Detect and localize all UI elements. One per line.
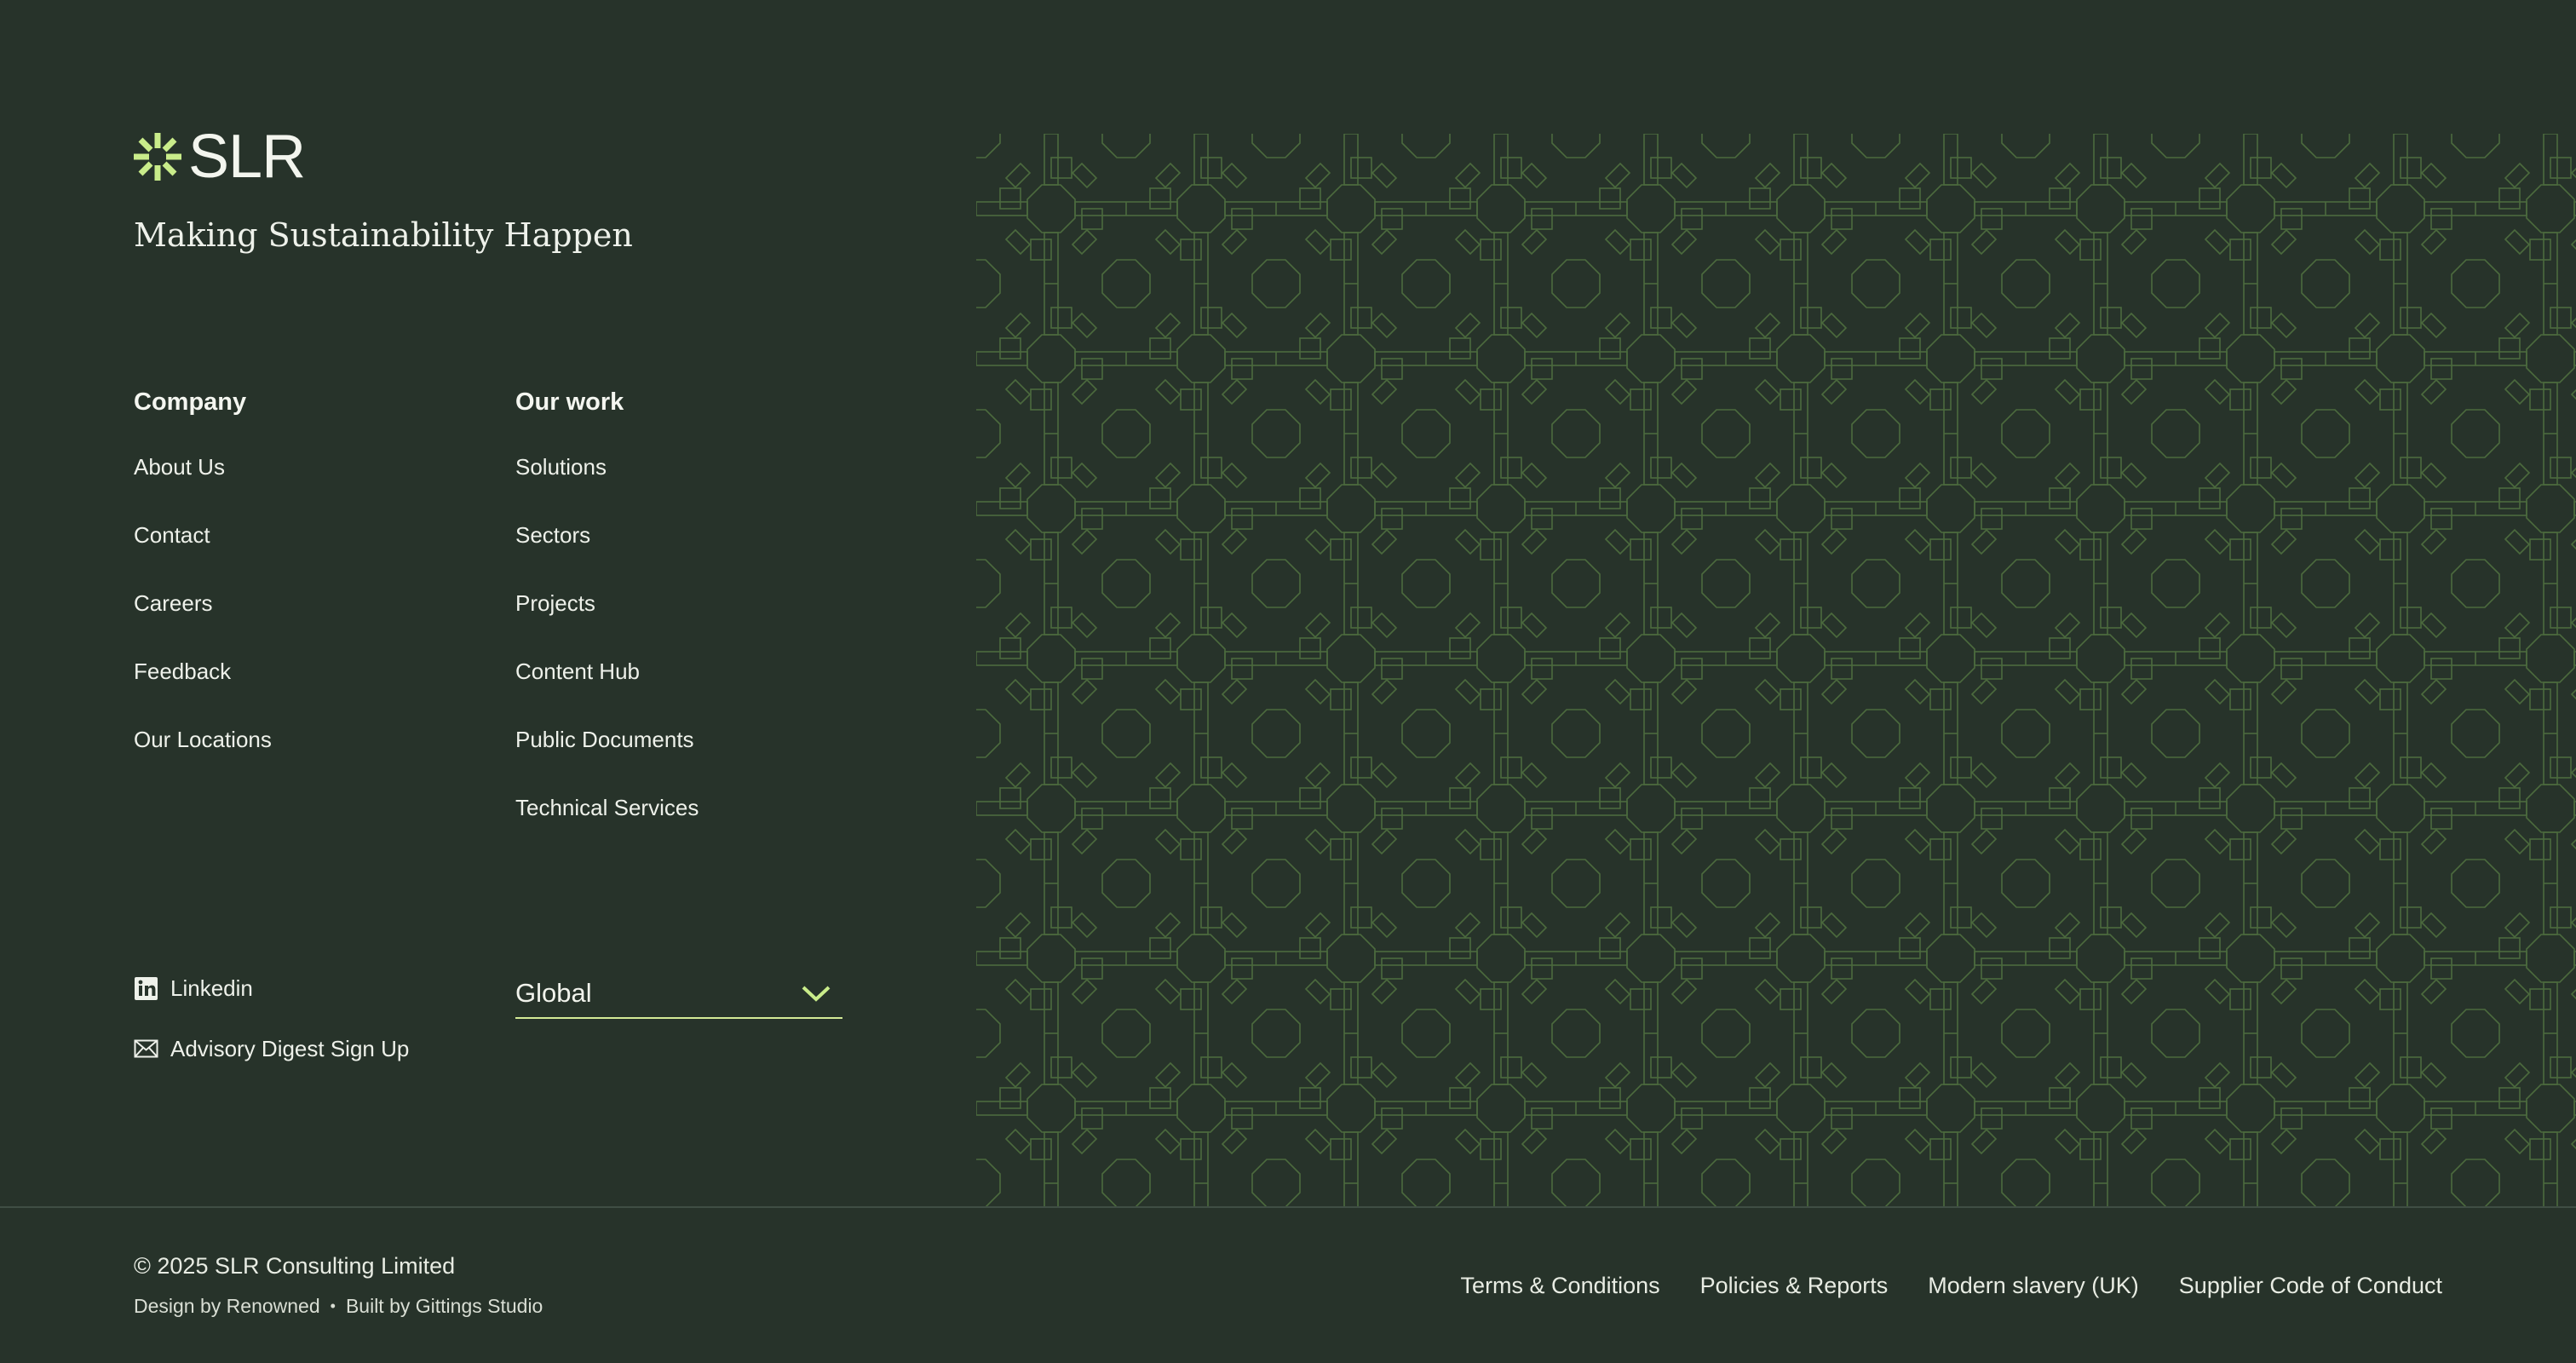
advisory-digest-link[interactable]: Advisory Digest Sign Up xyxy=(134,1032,409,1066)
copyright-text: © 2025 SLR Consulting Limited xyxy=(134,1253,456,1279)
link-careers[interactable]: Careers xyxy=(134,590,212,616)
link-content-hub[interactable]: Content Hub xyxy=(515,658,640,684)
link-supplier-code[interactable]: Supplier Code of Conduct xyxy=(2179,1268,2442,1303)
pattern-graphic xyxy=(976,134,2576,1206)
linkedin-icon xyxy=(135,976,158,1000)
link-feedback[interactable]: Feedback xyxy=(134,658,231,684)
company-heading: Company xyxy=(134,388,247,416)
our-work-column: Our work Solutions Sectors Projects Cont… xyxy=(515,385,839,820)
credits: Design by Renowned • Built by Gittings S… xyxy=(134,1291,543,1320)
link-sectors[interactable]: Sectors xyxy=(515,522,590,548)
mail-icon xyxy=(134,1039,158,1058)
footer-divider xyxy=(0,1206,2576,1208)
logo-wordmark: SLR xyxy=(188,123,306,191)
link-terms-conditions[interactable]: Terms & Conditions xyxy=(1461,1268,1660,1303)
link-contact[interactable]: Contact xyxy=(134,522,210,548)
link-projects[interactable]: Projects xyxy=(515,590,595,616)
chevron-down-icon xyxy=(802,986,831,1002)
advisory-digest-label: Advisory Digest Sign Up xyxy=(170,1035,410,1061)
design-credit-link[interactable]: Design by Renowned xyxy=(134,1291,320,1320)
slr-burst-icon xyxy=(134,133,181,181)
build-credit-link[interactable]: Built by Gittings Studio xyxy=(346,1291,543,1320)
linkedin-label: Linkedin xyxy=(170,975,253,1001)
link-our-locations[interactable]: Our Locations xyxy=(134,727,272,752)
legal-links: Terms & Conditions Policies & Reports Mo… xyxy=(1461,1268,2442,1303)
site-footer: SLR Making Sustainability Happen Company… xyxy=(0,0,2576,1363)
region-select[interactable]: Global xyxy=(515,969,842,1019)
credits-separator: • xyxy=(330,1297,336,1314)
link-public-documents[interactable]: Public Documents xyxy=(515,727,694,752)
slr-logo-link[interactable]: SLR xyxy=(134,123,306,191)
decorative-pattern xyxy=(976,134,2576,1206)
link-policies-reports[interactable]: Policies & Reports xyxy=(1700,1268,1889,1303)
tagline: Making Sustainability Happen xyxy=(134,216,633,254)
linkedin-link[interactable]: Linkedin xyxy=(134,971,253,1005)
link-modern-slavery[interactable]: Modern slavery (UK) xyxy=(1928,1268,2139,1303)
our-work-heading: Our work xyxy=(515,388,624,416)
link-about-us[interactable]: About Us xyxy=(134,454,225,480)
link-solutions[interactable]: Solutions xyxy=(515,454,607,480)
region-select-value: Global xyxy=(515,978,592,1008)
company-column: Company About Us Contact Careers Feedbac… xyxy=(134,385,457,752)
link-technical-services[interactable]: Technical Services xyxy=(515,795,699,820)
